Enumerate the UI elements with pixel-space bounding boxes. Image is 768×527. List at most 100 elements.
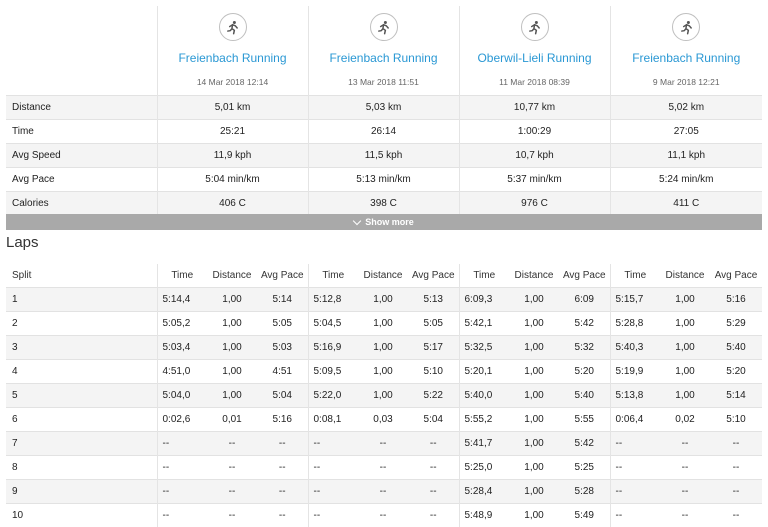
split-header: Split xyxy=(6,264,157,288)
show-more-label: Show more xyxy=(365,217,414,227)
lap-time: 5:48,9 xyxy=(459,504,509,527)
lap-distance: 1,00 xyxy=(660,384,710,408)
activity-date: 13 Mar 2018 11:51 xyxy=(309,77,459,87)
activity-header-row: Freienbach Running 14 Mar 2018 12:14 Fre… xyxy=(6,6,762,96)
activity-name-link[interactable]: Freienbach Running xyxy=(611,51,763,65)
lap-row: 60:02,60,015:160:08,10,035:045:55,21,005… xyxy=(6,408,762,432)
lap-avg-pace: 5:05 xyxy=(257,312,308,336)
lap-split-number: 3 xyxy=(6,336,157,360)
metric-row-calories: Calories 406 C 398 C 976 C 411 C xyxy=(6,192,762,216)
lap-avg-pace: 5:20 xyxy=(710,360,762,384)
activity-column-header: Freienbach Running 9 Mar 2018 12:21 xyxy=(610,6,762,96)
lap-row: 44:51,01,004:515:09,51,005:105:20,11,005… xyxy=(6,360,762,384)
metric-value: 976 C xyxy=(459,192,610,216)
metric-row-avg-speed: Avg Speed 11,9 kph 11,5 kph 10,7 kph 11,… xyxy=(6,144,762,168)
lap-avg-pace: -- xyxy=(257,480,308,504)
distance-header: Distance xyxy=(358,264,408,288)
lap-distance: 1,00 xyxy=(207,360,257,384)
lap-distance: -- xyxy=(207,480,257,504)
running-person-icon xyxy=(370,13,398,41)
metric-label: Distance xyxy=(6,96,157,120)
lap-distance: 1,00 xyxy=(358,384,408,408)
lap-distance: 1,00 xyxy=(660,336,710,360)
lap-avg-pace: 5:10 xyxy=(710,408,762,432)
lap-distance: 1,00 xyxy=(207,336,257,360)
show-more-button[interactable]: Show more xyxy=(6,214,762,230)
activity-name-link[interactable]: Freienbach Running xyxy=(158,51,308,65)
lap-time: 5:25,0 xyxy=(459,456,509,480)
metric-value: 411 C xyxy=(610,192,762,216)
lap-avg-pace: 5:03 xyxy=(257,336,308,360)
distance-header: Distance xyxy=(207,264,257,288)
distance-header: Distance xyxy=(660,264,710,288)
metric-value: 5,03 km xyxy=(308,96,459,120)
lap-avg-pace: 5:04 xyxy=(408,408,459,432)
metric-value: 5:13 min/km xyxy=(308,168,459,192)
lap-distance: 1,00 xyxy=(358,312,408,336)
laps-header-row: Split Time Distance Avg Pace Time Distan… xyxy=(6,264,762,288)
activity-column-header: Freienbach Running 14 Mar 2018 12:14 xyxy=(157,6,308,96)
lap-avg-pace: -- xyxy=(710,480,762,504)
metric-value: 1:00:29 xyxy=(459,120,610,144)
metric-value: 5:24 min/km xyxy=(610,168,762,192)
lap-time: 5:15,7 xyxy=(610,288,660,312)
lap-split-number: 2 xyxy=(6,312,157,336)
running-person-icon xyxy=(521,13,549,41)
lap-avg-pace: -- xyxy=(408,504,459,527)
lap-time: 5:28,4 xyxy=(459,480,509,504)
lap-distance: -- xyxy=(207,456,257,480)
activity-comparison-page: { "activities": [ {"name": "Freienbach R… xyxy=(0,0,768,523)
laps-section-title: Laps xyxy=(6,234,39,251)
time-header: Time xyxy=(308,264,358,288)
lap-time: -- xyxy=(157,432,207,456)
lap-distance: 1,00 xyxy=(509,360,559,384)
lap-avg-pace: 5:40 xyxy=(710,336,762,360)
lap-distance: -- xyxy=(358,432,408,456)
lap-time: 5:42,1 xyxy=(459,312,509,336)
activity-column-header: Freienbach Running 13 Mar 2018 11:51 xyxy=(308,6,459,96)
avg-pace-header: Avg Pace xyxy=(408,264,459,288)
lap-avg-pace: -- xyxy=(710,456,762,480)
lap-distance: -- xyxy=(660,504,710,527)
lap-row: 15:14,41,005:145:12,81,005:136:09,31,006… xyxy=(6,288,762,312)
lap-avg-pace: 5:40 xyxy=(559,384,610,408)
lap-avg-pace: 5:14 xyxy=(257,288,308,312)
activity-name-link[interactable]: Freienbach Running xyxy=(309,51,459,65)
lap-avg-pace: 5:22 xyxy=(408,384,459,408)
lap-avg-pace: 5:10 xyxy=(408,360,459,384)
metric-label: Avg Speed xyxy=(6,144,157,168)
activity-summary-table: Freienbach Running 14 Mar 2018 12:14 Fre… xyxy=(6,6,762,215)
lap-distance: 1,00 xyxy=(509,504,559,527)
laps-table-body: 15:14,41,005:145:12,81,005:136:09,31,006… xyxy=(6,288,762,527)
lap-avg-pace: 5:14 xyxy=(710,384,762,408)
activity-date: 11 Mar 2018 08:39 xyxy=(460,77,610,87)
lap-avg-pace: 5:55 xyxy=(559,408,610,432)
lap-avg-pace: 5:13 xyxy=(408,288,459,312)
metric-row-time: Time 25:21 26:14 1:00:29 27:05 xyxy=(6,120,762,144)
lap-time: 5:22,0 xyxy=(308,384,358,408)
lap-avg-pace: 5:04 xyxy=(257,384,308,408)
lap-distance: 1,00 xyxy=(207,288,257,312)
lap-split-number: 9 xyxy=(6,480,157,504)
lap-avg-pace: 5:05 xyxy=(408,312,459,336)
lap-avg-pace: 5:25 xyxy=(559,456,610,480)
lap-distance: 0,01 xyxy=(207,408,257,432)
lap-distance: -- xyxy=(660,432,710,456)
chevron-down-icon xyxy=(353,216,361,224)
metric-label: Time xyxy=(6,120,157,144)
lap-split-number: 8 xyxy=(6,456,157,480)
metric-value: 10,7 kph xyxy=(459,144,610,168)
lap-avg-pace: 5:32 xyxy=(559,336,610,360)
lap-distance: 1,00 xyxy=(509,432,559,456)
metric-value: 11,5 kph xyxy=(308,144,459,168)
lap-time: -- xyxy=(308,504,358,527)
lap-distance: 1,00 xyxy=(509,456,559,480)
avg-pace-header: Avg Pace xyxy=(559,264,610,288)
activity-name-link[interactable]: Oberwil-Lieli Running xyxy=(460,51,610,65)
lap-time: 5:19,9 xyxy=(610,360,660,384)
lap-distance: 1,00 xyxy=(509,312,559,336)
lap-row: 7------------5:41,71,005:42------ xyxy=(6,432,762,456)
activity-date: 14 Mar 2018 12:14 xyxy=(158,77,308,87)
lap-time: 5:41,7 xyxy=(459,432,509,456)
lap-time: 5:28,8 xyxy=(610,312,660,336)
